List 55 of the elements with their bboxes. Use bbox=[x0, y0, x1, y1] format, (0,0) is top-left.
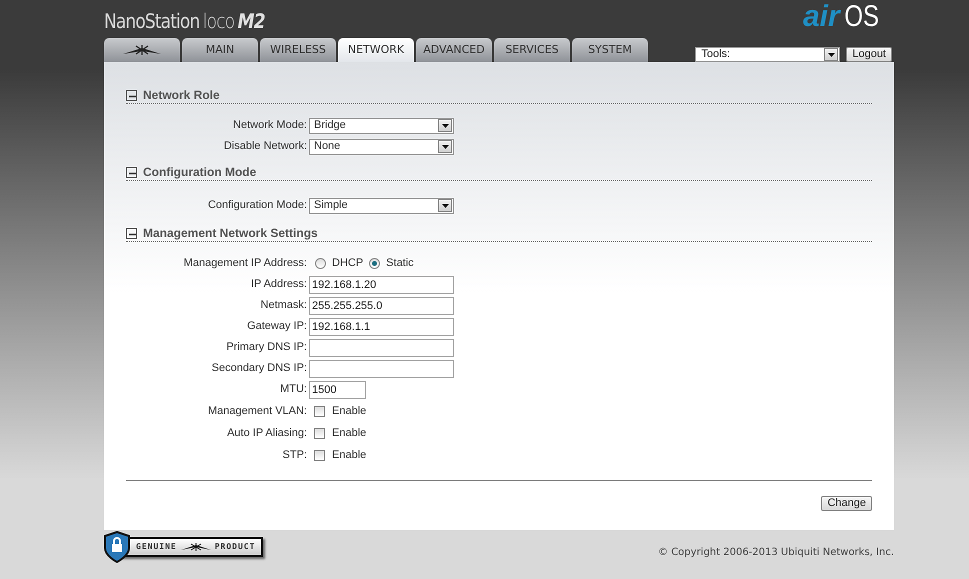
input-field[interactable] bbox=[309, 338, 454, 356]
field-label: IP Address: bbox=[250, 277, 308, 292]
field-label: STP: bbox=[282, 448, 308, 463]
section-title: Network Role bbox=[143, 87, 220, 104]
collapse-icon[interactable] bbox=[126, 90, 137, 100]
radio-button[interactable] bbox=[315, 258, 326, 269]
collapse-icon[interactable] bbox=[126, 228, 137, 238]
checkbox-label[interactable]: Enable bbox=[332, 424, 366, 442]
field-label: Netmask: bbox=[260, 298, 308, 314]
brand-logo: airOS bbox=[802, 0, 880, 34]
radio-label[interactable]: DHCP bbox=[332, 255, 364, 272]
field-label: Management VLAN: bbox=[206, 404, 308, 419]
nav-tab[interactable]: WIRELESS bbox=[260, 38, 336, 62]
logout-button[interactable]: Logout bbox=[846, 47, 892, 62]
radio-button[interactable] bbox=[369, 258, 380, 269]
nav-tab[interactable]: NETWORK bbox=[338, 38, 414, 62]
input-field[interactable]: 255.255.255.0 bbox=[309, 296, 454, 314]
nav-tab[interactable]: ADVANCED bbox=[416, 38, 492, 62]
field-label: Network Mode: bbox=[232, 118, 308, 134]
input-field[interactable] bbox=[309, 360, 454, 378]
section-title: Management Network Settings bbox=[143, 225, 318, 242]
input-field[interactable]: 1500 bbox=[309, 380, 366, 398]
radio-label[interactable]: Static bbox=[386, 255, 414, 272]
field-label: Configuration Mode: bbox=[206, 198, 308, 214]
nav-tab[interactable]: MAIN bbox=[182, 38, 258, 62]
copyright-text: © Copyright 2006-2013 Ubiquiti Networks, Inc. bbox=[658, 546, 894, 560]
input-field[interactable]: 192.168.1.20 bbox=[309, 276, 454, 294]
change-button[interactable]: Change bbox=[821, 496, 872, 511]
field-label: Primary DNS IP: bbox=[225, 340, 308, 356]
input-field[interactable]: 192.168.1.1 bbox=[309, 318, 454, 336]
field-label: Auto IP Aliasing: bbox=[226, 426, 308, 441]
select-field[interactable]: None bbox=[309, 138, 454, 154]
field-label: MTU: bbox=[279, 382, 308, 398]
field-label: Disable Network: bbox=[222, 139, 308, 154]
checkbox-label[interactable]: Enable bbox=[332, 402, 366, 420]
antenna-logo-icon bbox=[123, 45, 161, 55]
checkbox[interactable] bbox=[314, 428, 325, 438]
nav-tab[interactable]: SYSTEM bbox=[572, 38, 648, 62]
field-label: Secondary DNS IP: bbox=[210, 361, 308, 376]
section-header[interactable]: Management Network Settings bbox=[126, 226, 872, 242]
tools-dropdown[interactable]: Tools: bbox=[695, 47, 840, 62]
section-header[interactable]: Network Role bbox=[126, 88, 872, 104]
select-field[interactable]: Simple bbox=[309, 198, 454, 214]
checkbox[interactable] bbox=[314, 406, 325, 416]
section-title: Configuration Mode bbox=[143, 164, 256, 181]
field-label: Gateway IP: bbox=[246, 319, 308, 334]
select-field[interactable]: Bridge bbox=[309, 118, 454, 134]
checkbox-label[interactable]: Enable bbox=[332, 446, 366, 464]
collapse-icon[interactable] bbox=[126, 166, 137, 178]
nav-tab[interactable]: SERVICES bbox=[494, 38, 570, 62]
product-logo: NanoStation loco M2 bbox=[104, 8, 265, 35]
section-header[interactable]: Configuration Mode bbox=[126, 165, 872, 181]
field-label: Management IP Address: bbox=[182, 256, 308, 272]
checkbox[interactable] bbox=[314, 450, 325, 460]
home-tab[interactable] bbox=[104, 38, 180, 62]
